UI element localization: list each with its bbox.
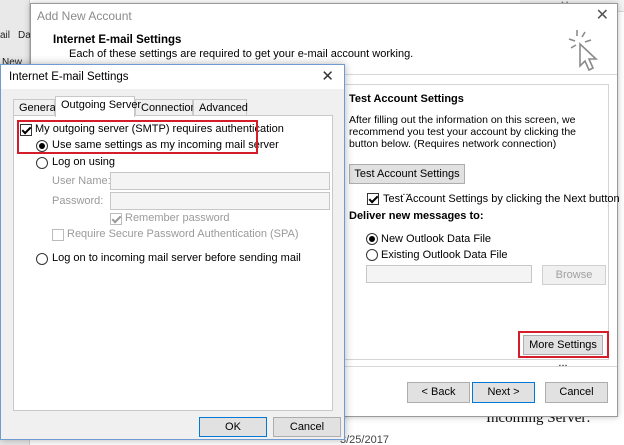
spa-checkbox[interactable] bbox=[52, 229, 64, 241]
next-button[interactable]: Next > bbox=[472, 382, 535, 403]
cancel-button[interactable]: Cancel bbox=[545, 382, 608, 403]
outgoing-server-tab-page: My outgoing server (SMTP) requires authe… bbox=[13, 115, 333, 411]
dialog-title: Internet E-mail Settings bbox=[9, 71, 129, 83]
browse-button[interactable]: Browse bbox=[542, 265, 606, 285]
internet-email-settings-dialog: Internet E-mail Settings ✕ General Outgo… bbox=[0, 64, 345, 440]
test-account-settings-button[interactable]: Test Account Settings ... bbox=[349, 164, 465, 198]
spa-label: Require Secure Password Authentication (… bbox=[67, 228, 299, 240]
page-subheading: Each of these settings are required to g… bbox=[69, 48, 414, 60]
back-button[interactable]: < Back bbox=[407, 382, 470, 403]
password-label: Password: bbox=[52, 195, 104, 207]
smtp-auth-highlight bbox=[17, 120, 258, 154]
close-icon[interactable]: ✕ bbox=[596, 5, 609, 25]
dialog-titlebar: Internet E-mail Settings ✕ bbox=[1, 65, 344, 89]
test-on-next-checkbox[interactable] bbox=[367, 193, 379, 205]
user-name-input[interactable] bbox=[110, 172, 330, 190]
remember-password-checkbox[interactable] bbox=[110, 213, 122, 225]
tab-connection[interactable]: Connection bbox=[135, 99, 197, 116]
tab-general[interactable]: General bbox=[13, 99, 58, 116]
log-on-incoming-label: Log on to incoming mail server before se… bbox=[52, 252, 301, 264]
existing-data-file-radio[interactable] bbox=[366, 249, 378, 261]
close-icon[interactable]: ✕ bbox=[321, 67, 334, 85]
log-on-using-label: Log on using bbox=[52, 156, 115, 168]
ok-button[interactable]: OK bbox=[199, 417, 267, 437]
deliver-heading: Deliver new messages to: bbox=[349, 210, 484, 222]
password-input[interactable] bbox=[110, 192, 330, 210]
background-date: 3/25/2017 bbox=[340, 434, 389, 445]
cursor-click-icon bbox=[568, 30, 599, 72]
remember-password-label: Remember password bbox=[125, 212, 230, 224]
test-settings-description: After filling out the information on thi… bbox=[349, 114, 577, 150]
log-on-incoming-radio[interactable] bbox=[36, 253, 48, 265]
background-label: ail bbox=[0, 30, 11, 41]
more-settings-highlight bbox=[518, 331, 609, 358]
tab-advanced[interactable]: Advanced bbox=[193, 99, 248, 116]
dialog-cancel-button[interactable]: Cancel bbox=[273, 417, 341, 437]
test-settings-heading: Test Account Settings bbox=[349, 93, 464, 105]
existing-data-file-label: Existing Outlook Data File bbox=[381, 249, 508, 261]
tab-outgoing-server[interactable]: Outgoing Server bbox=[55, 96, 141, 117]
data-file-path-input[interactable] bbox=[366, 265, 532, 283]
log-on-using-radio[interactable] bbox=[36, 157, 48, 169]
user-name-label: User Name: bbox=[52, 175, 111, 187]
new-data-file-label: New Outlook Data File bbox=[381, 233, 492, 245]
new-data-file-radio[interactable] bbox=[366, 233, 378, 245]
test-on-next-label: Test Account Settings by clicking the Ne… bbox=[383, 193, 620, 205]
page-heading: Internet E-mail Settings bbox=[53, 34, 182, 46]
window-title: Add New Account bbox=[37, 9, 132, 23]
